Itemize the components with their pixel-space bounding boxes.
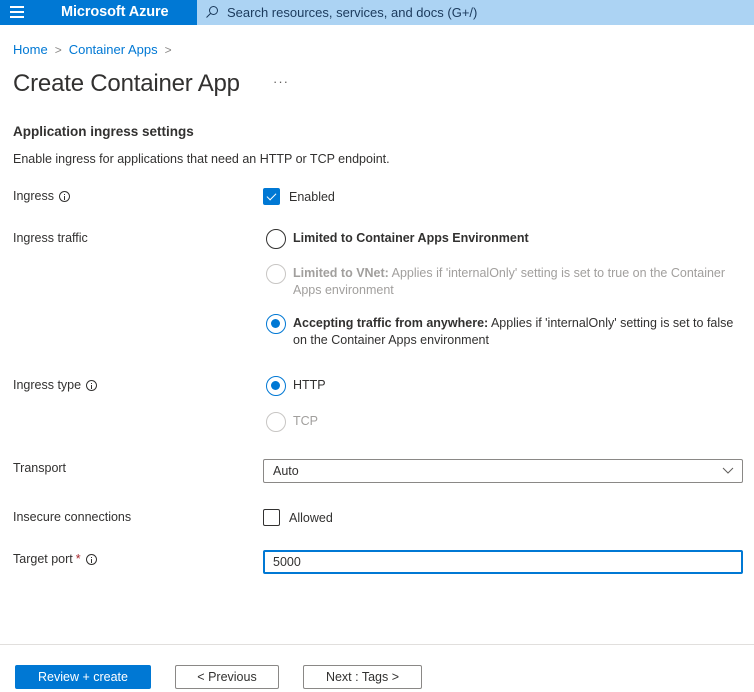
required-asterisk: * bbox=[75, 552, 81, 566]
breadcrumb: Home > Container Apps > bbox=[13, 42, 179, 57]
insecure-connections-label-text: Insecure connections bbox=[13, 510, 132, 524]
hamburger-menu-icon[interactable] bbox=[10, 6, 24, 18]
next-tags-button[interactable]: Next : Tags > bbox=[303, 665, 422, 689]
radio-label: Limited to VNet: Applies if 'internalOnl… bbox=[293, 265, 736, 299]
transport-label-text: Transport bbox=[13, 461, 67, 475]
radio-limited-to-vnet: Limited to VNet: Applies if 'internalOnl… bbox=[266, 264, 736, 299]
radio-label: TCP bbox=[293, 414, 318, 428]
breadcrumb-container-apps[interactable]: Container Apps bbox=[69, 42, 158, 57]
transport-dropdown[interactable]: Auto bbox=[263, 459, 743, 483]
transport-selected-value: Auto bbox=[273, 464, 299, 478]
top-navigation-bar: Microsoft Azure Search resources, servic… bbox=[0, 0, 754, 25]
transport-label: Transport bbox=[13, 461, 66, 475]
breadcrumb-separator-icon: > bbox=[54, 42, 62, 57]
target-port-label-text: Target port bbox=[13, 552, 73, 566]
ingress-enabled-label: Enabled bbox=[289, 189, 335, 204]
search-placeholder: Search resources, services, and docs (G+… bbox=[227, 5, 478, 20]
chevron-down-icon bbox=[722, 467, 734, 474]
insecure-connections-checkbox[interactable]: Allowed bbox=[263, 509, 333, 526]
insecure-connections-label: Insecure connections bbox=[13, 510, 131, 524]
previous-button[interactable]: < Previous bbox=[175, 665, 279, 689]
ingress-label-text: Ingress bbox=[13, 189, 54, 203]
insecure-connections-allowed-label: Allowed bbox=[289, 510, 333, 525]
page-title: Create Container App bbox=[13, 70, 240, 97]
radio-disabled-icon bbox=[266, 264, 286, 284]
radio-label-bold: Limited to VNet: bbox=[293, 266, 389, 280]
radio-tcp: TCP bbox=[266, 412, 736, 432]
radio-limited-to-environment[interactable]: Limited to Container Apps Environment bbox=[266, 229, 736, 249]
review-create-button[interactable]: Review + create bbox=[15, 665, 151, 689]
ingress-type-label: Ingress type bbox=[13, 378, 98, 392]
global-search-box[interactable]: Search resources, services, and docs (G+… bbox=[197, 0, 754, 25]
target-port-input[interactable] bbox=[263, 550, 743, 574]
ingress-traffic-label-text: Ingress traffic bbox=[13, 231, 88, 245]
radio-label-bold: Accepting traffic from anywhere: bbox=[293, 316, 489, 330]
radio-label: Accepting traffic from anywhere: Applies… bbox=[293, 315, 736, 349]
breadcrumb-home[interactable]: Home bbox=[13, 42, 48, 57]
target-port-label: Target port * bbox=[13, 552, 97, 566]
footer-divider bbox=[0, 644, 754, 645]
radio-disabled-icon bbox=[266, 412, 286, 432]
radio-unselected-icon[interactable] bbox=[266, 229, 286, 249]
breadcrumb-separator-icon: > bbox=[164, 42, 172, 57]
ingress-enabled-checkbox[interactable]: Enabled bbox=[263, 188, 335, 205]
search-icon bbox=[206, 6, 218, 18]
section-title: Application ingress settings bbox=[13, 124, 194, 139]
info-icon[interactable] bbox=[59, 190, 70, 202]
more-options-button[interactable]: ··· bbox=[273, 74, 289, 89]
brand-title[interactable]: Microsoft Azure bbox=[61, 4, 169, 20]
checkbox-unchecked-icon[interactable] bbox=[263, 509, 280, 526]
radio-accepting-from-anywhere[interactable]: Accepting traffic from anywhere: Applies… bbox=[266, 314, 736, 349]
radio-selected-icon[interactable] bbox=[266, 376, 286, 396]
ingress-label: Ingress bbox=[13, 189, 70, 203]
ingress-traffic-label: Ingress traffic bbox=[13, 231, 88, 245]
section-description: Enable ingress for applications that nee… bbox=[13, 152, 390, 166]
radio-label: HTTP bbox=[293, 378, 326, 392]
radio-label: Limited to Container Apps Environment bbox=[293, 230, 529, 247]
ingress-type-label-text: Ingress type bbox=[13, 378, 82, 392]
radio-label-bold: Limited to Container Apps Environment bbox=[293, 231, 529, 245]
radio-selected-icon[interactable] bbox=[266, 314, 286, 334]
checkbox-checked-icon[interactable] bbox=[263, 188, 280, 205]
radio-http[interactable]: HTTP bbox=[266, 376, 736, 396]
info-icon[interactable] bbox=[85, 553, 97, 565]
info-icon[interactable] bbox=[86, 379, 98, 391]
